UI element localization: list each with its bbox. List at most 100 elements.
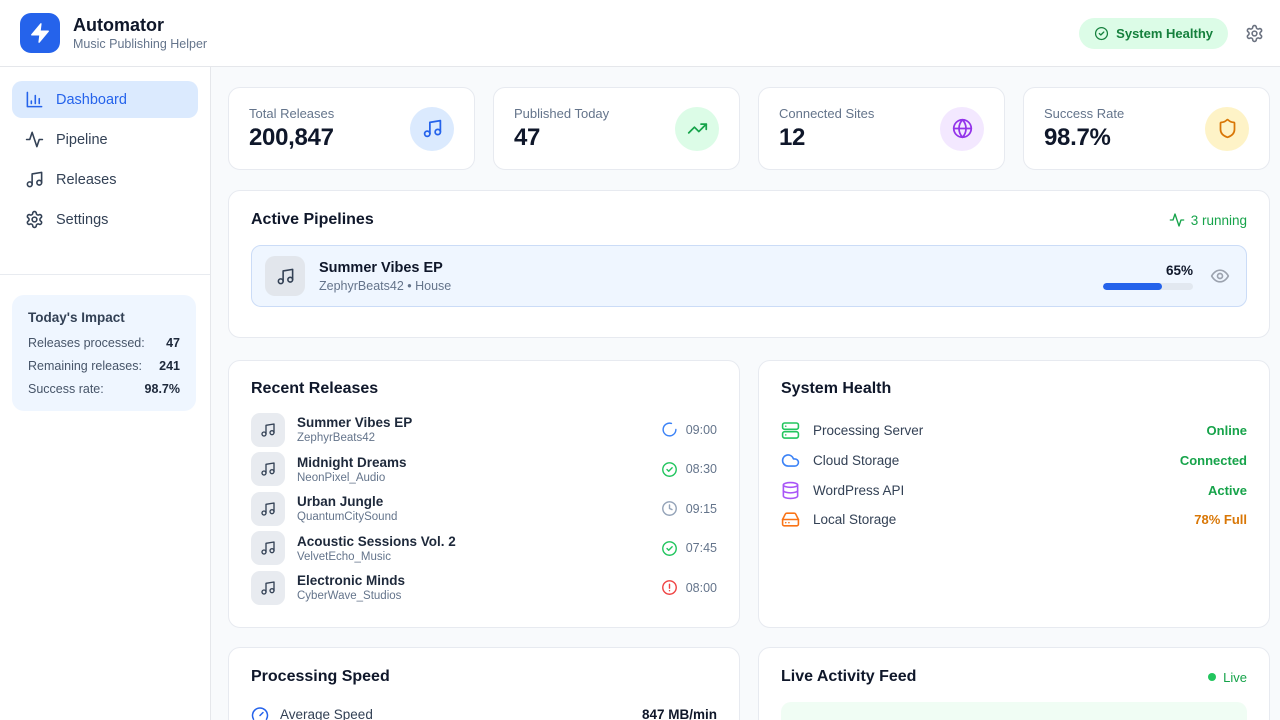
live-dot-icon bbox=[1208, 673, 1216, 681]
stat-value: 200,847 bbox=[249, 124, 334, 152]
running-indicator: 3 running bbox=[1169, 212, 1247, 228]
app-title: Automator bbox=[73, 15, 207, 37]
release-name: Summer Vibes EP bbox=[297, 415, 412, 430]
progress-percent-label: 65% bbox=[1103, 263, 1193, 278]
sidebar-divider bbox=[0, 274, 210, 275]
release-time: 09:00 bbox=[686, 423, 717, 437]
impact-title: Today's Impact bbox=[28, 310, 180, 325]
processing-speed-title: Processing Speed bbox=[251, 668, 717, 686]
zap-icon bbox=[29, 22, 51, 44]
sidebar-item-pipeline[interactable]: Pipeline bbox=[12, 121, 198, 158]
sidebar-item-label: Settings bbox=[56, 212, 108, 228]
stats-row: Total Releases 200,847 Published Today 4… bbox=[228, 87, 1270, 170]
release-row: Urban Jungle QuantumCitySound 09:15 bbox=[251, 489, 717, 529]
loader-icon bbox=[661, 421, 678, 438]
stat-card-published-today: Published Today 47 bbox=[493, 87, 740, 170]
sidebar-item-label: Releases bbox=[56, 172, 116, 188]
app-header: Automator Music Publishing Helper System… bbox=[0, 0, 1280, 67]
impact-value: 98.7% bbox=[145, 382, 180, 396]
release-artist: CyberWave_Studios bbox=[297, 590, 405, 602]
release-name: Urban Jungle bbox=[297, 494, 397, 509]
progress-bar-track bbox=[1103, 283, 1193, 290]
app-subtitle: Music Publishing Helper bbox=[73, 37, 207, 51]
music-icon bbox=[260, 540, 276, 556]
active-pipelines-title: Active Pipelines bbox=[251, 211, 374, 229]
live-activity-card: Live Activity Feed Live bbox=[758, 647, 1270, 720]
health-status: Active bbox=[1208, 483, 1247, 498]
view-pipeline-button[interactable] bbox=[1210, 266, 1230, 286]
music-icon bbox=[260, 580, 276, 596]
stat-card-total-releases: Total Releases 200,847 bbox=[228, 87, 475, 170]
impact-row: Remaining releases: 241 bbox=[28, 359, 180, 373]
stat-label: Success Rate bbox=[1044, 106, 1124, 121]
database-icon bbox=[781, 481, 800, 500]
release-row: Summer Vibes EP ZephyrBeats42 09:00 bbox=[251, 410, 717, 450]
stat-value: 47 bbox=[514, 124, 609, 152]
stat-value: 12 bbox=[779, 124, 874, 152]
trending-up-icon bbox=[687, 118, 708, 139]
release-name: Midnight Dreams bbox=[297, 455, 407, 470]
eye-icon bbox=[1210, 266, 1230, 286]
sidebar-item-releases[interactable]: Releases bbox=[12, 161, 198, 198]
release-name: Acoustic Sessions Vol. 2 bbox=[297, 534, 456, 549]
system-health-title: System Health bbox=[781, 380, 1247, 398]
stat-value: 98.7% bbox=[1044, 124, 1124, 152]
running-count-label: 3 running bbox=[1191, 213, 1247, 228]
music-icon bbox=[260, 422, 276, 438]
activity-icon bbox=[25, 130, 44, 149]
recent-releases-list: Summer Vibes EP ZephyrBeats42 09:00 Midn… bbox=[251, 410, 717, 608]
stat-label: Published Today bbox=[514, 106, 609, 121]
impact-label: Remaining releases: bbox=[28, 359, 142, 373]
globe-icon bbox=[952, 118, 973, 139]
speed-label: Average Speed bbox=[280, 707, 373, 720]
music-icon bbox=[422, 118, 443, 139]
impact-value: 47 bbox=[166, 336, 180, 350]
health-label: WordPress API bbox=[813, 483, 904, 498]
stat-label: Connected Sites bbox=[779, 106, 874, 121]
check-circle-icon bbox=[661, 540, 678, 557]
release-time: 08:30 bbox=[686, 462, 717, 476]
clock-icon bbox=[661, 500, 678, 517]
health-row: Cloud Storage Connected bbox=[781, 446, 1247, 476]
impact-row: Releases processed: 47 bbox=[28, 336, 180, 350]
music-icon bbox=[276, 267, 295, 286]
recent-releases-card: Recent Releases Summer Vibes EP ZephyrBe… bbox=[228, 360, 740, 628]
pipeline-item: Summer Vibes EP ZephyrBeats42 • House 65… bbox=[251, 245, 1247, 307]
impact-label: Releases processed: bbox=[28, 336, 145, 350]
server-icon bbox=[781, 421, 800, 440]
system-health-list: Processing Server Online Cloud Storage C… bbox=[781, 416, 1247, 535]
sidebar-item-dashboard[interactable]: Dashboard bbox=[12, 81, 198, 118]
health-status: 78% Full bbox=[1194, 512, 1247, 527]
release-artist: VelvetEcho_Music bbox=[297, 551, 456, 563]
gear-icon bbox=[25, 210, 44, 229]
health-status: Online bbox=[1207, 423, 1247, 438]
processing-speed-card: Processing Speed Average Speed 847 MB/mi… bbox=[228, 647, 740, 720]
release-time: 09:15 bbox=[686, 502, 717, 516]
system-health-badge: System Healthy bbox=[1079, 18, 1228, 49]
release-time: 08:00 bbox=[686, 581, 717, 595]
release-row: Acoustic Sessions Vol. 2 VelvetEcho_Musi… bbox=[251, 529, 717, 569]
sidebar-item-label: Dashboard bbox=[56, 92, 127, 108]
check-circle-icon bbox=[1094, 26, 1109, 41]
shield-icon bbox=[1217, 118, 1238, 139]
release-name: Electronic Minds bbox=[297, 573, 405, 588]
sidebar-item-settings[interactable]: Settings bbox=[12, 201, 198, 238]
live-indicator: Live bbox=[1208, 670, 1247, 685]
stat-card-connected-sites: Connected Sites 12 bbox=[758, 87, 1005, 170]
cloud-icon bbox=[781, 451, 800, 470]
pipeline-meta: ZephyrBeats42 • House bbox=[319, 279, 451, 293]
music-icon bbox=[260, 461, 276, 477]
release-time: 07:45 bbox=[686, 541, 717, 555]
gear-icon bbox=[1245, 24, 1264, 43]
health-label: Processing Server bbox=[813, 423, 923, 438]
live-activity-title: Live Activity Feed bbox=[781, 668, 916, 686]
settings-button[interactable] bbox=[1245, 24, 1264, 43]
app-logo bbox=[20, 13, 60, 53]
todays-impact-panel: Today's Impact Releases processed: 47 Re… bbox=[12, 295, 196, 411]
sidebar-item-label: Pipeline bbox=[56, 132, 108, 148]
hard-drive-icon bbox=[781, 510, 800, 529]
pipeline-name: Summer Vibes EP bbox=[319, 260, 451, 276]
music-icon bbox=[260, 501, 276, 517]
check-circle-icon bbox=[661, 461, 678, 478]
release-row: Midnight Dreams NeonPixel_Audio 08:30 bbox=[251, 450, 717, 490]
